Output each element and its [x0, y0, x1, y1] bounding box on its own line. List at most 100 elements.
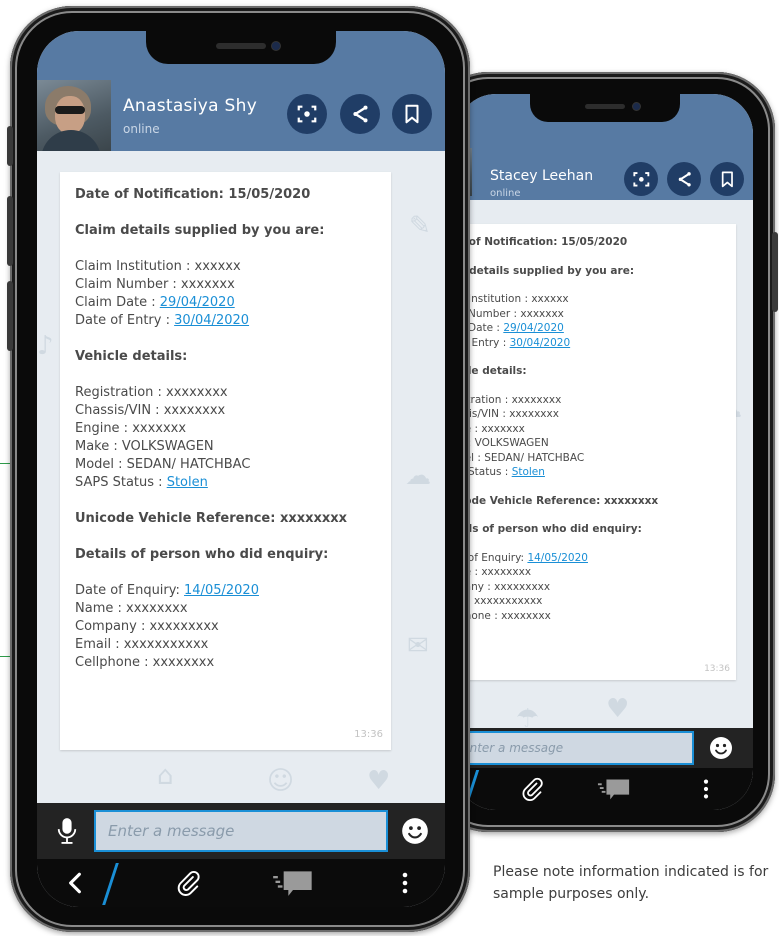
claim-date-label: Claim Date : — [75, 295, 160, 310]
enquiry-date-link[interactable]: 14/05/2020 — [184, 583, 259, 598]
microphone-icon — [57, 818, 77, 844]
saps-status-link[interactable]: Stolen — [167, 475, 208, 490]
front-camera — [271, 41, 281, 51]
model: Model : SEDAN/ HATCHBAC — [75, 457, 251, 472]
volume-up-button — [7, 196, 13, 266]
bookmark-button[interactable] — [710, 162, 744, 196]
saps-status: SAPS Status : Stolen — [75, 474, 347, 492]
nav-bar — [456, 768, 753, 810]
back-icon — [69, 872, 81, 894]
date-of-entry: Date of Entry : 30/04/2020 — [75, 312, 347, 330]
engine: Engine : xxxxxxx — [75, 421, 187, 436]
attach-icon — [177, 870, 200, 896]
more-button[interactable] — [696, 775, 716, 803]
notch — [146, 31, 336, 64]
mute-switch — [7, 126, 13, 166]
saps-status-label: SAPS Status : — [75, 475, 167, 490]
back-phone-screen: ✎ ☁ ✉ ♥ ☂ Stacey Leehan online e of Noti… — [456, 94, 753, 810]
enquiry-date: e of Enquiry: 14/05/2020 — [458, 551, 658, 566]
enquiry-cellphone: phone : xxxxxxxx — [458, 609, 551, 622]
make: Make : VOLKSWAGEN — [75, 439, 214, 454]
scan-button[interactable] — [624, 162, 658, 196]
attach-button[interactable] — [518, 775, 546, 803]
attach-button[interactable] — [173, 868, 203, 898]
enquiry-name: ne : xxxxxxxx — [458, 566, 532, 578]
chat-button[interactable] — [269, 868, 317, 898]
bookmark-button[interactable] — [392, 94, 432, 134]
bookmark-icon — [405, 104, 419, 124]
disclaimer-caption: Please note information indicated is for… — [493, 864, 769, 902]
date-of-entry: of Entry : 30/04/2020 — [458, 336, 658, 351]
front-camera — [631, 102, 641, 111]
claim-institution: Claim Institution : xxxxxx — [75, 259, 241, 274]
enquiry-heading: ails of person who did enquiry: — [458, 523, 642, 535]
saps-status: S Status : Stolen — [458, 465, 658, 480]
power-button — [772, 232, 778, 312]
front-phone-screen: ✎ ☁ ✉ ⌂ ☺ ♥ ♪ Anastasiya Shy online Date — [37, 31, 445, 907]
registration: Registration : xxxxxxxx — [75, 385, 228, 400]
enquiry-company: pany : xxxxxxxxx — [458, 580, 551, 593]
emoji-button[interactable] — [399, 815, 431, 847]
message-input[interactable]: Enter a message — [456, 731, 694, 765]
enquiry-heading: Details of person who did enquiry: — [75, 547, 329, 562]
contact-name: Stacey Leehan — [490, 168, 594, 184]
emoji-button[interactable] — [706, 733, 736, 763]
claim-number: n Number : xxxxxxx — [458, 307, 564, 320]
enquiry-email: Email : xxxxxxxxxxx — [75, 637, 209, 652]
claim-institution: n Institution : xxxxxx — [458, 293, 569, 305]
chassis: Chassis/VIN : xxxxxxxx — [75, 403, 226, 418]
volume-down-button — [7, 281, 13, 351]
claim-date-link[interactable]: 29/04/2020 — [503, 322, 564, 334]
input-bar: Enter a message — [37, 803, 445, 859]
scan-button[interactable] — [287, 94, 327, 134]
notification-date: Date of Notification: 15/05/2020 — [75, 187, 311, 202]
message-time: 13:36 — [354, 729, 383, 740]
saps-status-link[interactable]: Stolen — [512, 466, 545, 478]
notch — [529, 94, 680, 122]
enquiry-date: Date of Enquiry: 14/05/2020 — [75, 582, 347, 600]
emoji-icon — [402, 818, 428, 844]
back-phone: ✎ ☁ ✉ ♥ ☂ Stacey Leehan online e of Noti… — [430, 72, 778, 832]
enquiry-date-label: Date of Enquiry: — [75, 583, 185, 598]
scan-icon — [633, 171, 649, 187]
more-icon — [703, 779, 709, 799]
claim-date: Claim Date : 29/04/2020 — [75, 294, 347, 312]
engine: ne : xxxxxxx — [458, 422, 525, 435]
date-of-entry-label: Date of Entry : — [75, 313, 175, 328]
contact-name: Anastasiya Shy — [123, 96, 258, 116]
claim-date-link[interactable]: 29/04/2020 — [160, 295, 235, 310]
chassis: ssis/VIN : xxxxxxxx — [458, 408, 559, 420]
claim-heading: Claim details supplied by you are: — [75, 223, 325, 238]
more-icon — [402, 872, 408, 894]
vehicle-heading: icle details: — [458, 365, 527, 377]
message-bubble: e of Notification: 15/05/2020 n details … — [456, 224, 736, 680]
share-icon — [353, 105, 368, 123]
notification-date: e of Notification: 15/05/2020 — [458, 236, 628, 248]
share-button[interactable] — [340, 94, 380, 134]
unicode-reference: Unicode Vehicle Reference: xxxxxxxx — [75, 511, 348, 526]
more-button[interactable] — [395, 868, 415, 898]
enquiry-email: il : xxxxxxxxxxx — [458, 595, 543, 607]
share-icon — [678, 171, 691, 187]
date-of-entry-link[interactable]: 30/04/2020 — [174, 313, 249, 328]
claim-date: n Date : 29/04/2020 — [458, 321, 658, 336]
share-button[interactable] — [667, 162, 701, 196]
contact-status: online — [123, 122, 160, 136]
contact-status: online — [490, 188, 521, 199]
bookmark-icon — [721, 171, 733, 187]
emoji-icon — [710, 737, 732, 759]
enquiry-date-link[interactable]: 14/05/2020 — [527, 552, 588, 564]
nav-bar — [37, 859, 445, 907]
date-of-entry-link[interactable]: 30/04/2020 — [510, 337, 571, 349]
microphone-button[interactable] — [53, 815, 81, 847]
input-bar: Enter a message — [456, 728, 753, 768]
enquiry-name: Name : xxxxxxxx — [75, 601, 188, 616]
registration: istration : xxxxxxxx — [458, 393, 562, 406]
message-input[interactable]: Enter a message — [94, 810, 388, 852]
enquiry-cellphone: Cellphone : xxxxxxxx — [75, 655, 215, 670]
back-button[interactable] — [61, 869, 89, 897]
chat-icon — [273, 871, 312, 896]
chat-button[interactable] — [596, 775, 632, 803]
chat-icon — [597, 779, 630, 800]
front-phone: ✎ ☁ ✉ ⌂ ☺ ♥ ♪ Anastasiya Shy online Date — [7, 6, 470, 932]
